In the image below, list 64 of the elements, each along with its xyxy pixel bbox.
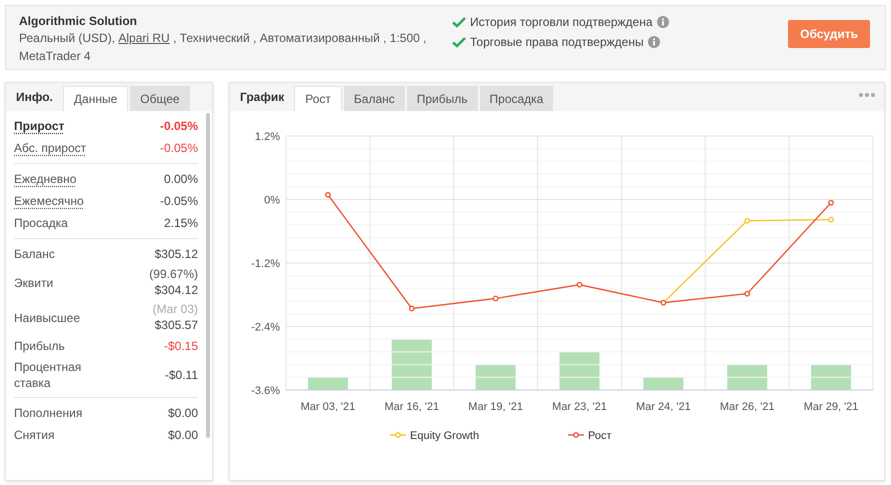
legend-label[interactable]: Рост [588,430,612,442]
data-point [408,306,415,312]
legend-label[interactable]: Equity Growth [410,430,480,442]
stat-value: $304.12 [154,282,198,298]
stat-value: 2.15% [164,215,198,231]
legend-marker-icon [390,432,406,438]
verification-label: Торговые права подтверждены [470,34,644,51]
tab[interactable]: Рост [294,86,342,111]
stat-value: $0.00 [168,405,198,421]
x-tick-label: Mar 16, '21 [384,401,440,413]
x-tick-label: Mar 29, '21 [804,401,858,413]
stat-label: Пополнения [14,405,84,421]
tab[interactable]: Общее [130,86,190,111]
y-tick-label: -2.4% [251,322,280,334]
stat-label: Наивысшее [14,310,82,326]
stat-label: Эквити [14,274,54,290]
y-tick-label: -1.2% [251,258,280,270]
panel-title: Инфо. [15,89,54,106]
stat-label: Баланс [14,246,56,262]
stat-value: $0.00 [168,427,198,443]
stat-value: $305.57 [154,317,198,333]
stat-value: -0.05% [160,140,198,156]
stat-label[interactable]: Прирост [14,118,94,134]
stat-label: Просадка [14,215,69,231]
stat-value: $305.12 [154,246,198,262]
stat-label: Процентная ставка [14,359,82,391]
verification-label: История торговли подтверждена [470,14,653,31]
x-tick-label: Mar 19, '21 [468,401,523,413]
stat-label[interactable]: Ежемесячно [14,193,94,209]
data-point [828,216,834,222]
info-icon[interactable] [656,16,669,28]
scrollbar[interactable] [206,113,210,438]
account-details: Реальный (USD), Alpari RU , Технический , Автоматизированный , 1:500 , MetaTrader 4 [19,30,428,65]
stat-value: -0.05% [160,118,198,134]
y-tick-label: 1.2% [254,131,280,143]
y-tick-label: 0% [264,194,280,206]
tab[interactable]: Баланс [344,86,405,111]
stat-value: -$0.11 [164,367,198,383]
more-icon[interactable] [859,93,875,97]
tab[interactable]: Данные [62,86,128,111]
stat-label[interactable]: Абс. прирост [14,140,94,156]
stat-label[interactable]: Ежедневно [14,171,94,187]
legend-marker-icon [568,432,584,438]
x-tick-label: Mar 03, '21 [300,401,356,413]
tab[interactable]: Просадка [480,86,554,111]
tab[interactable]: Прибыль [406,86,478,111]
broker-link[interactable]: Alpari RU [118,31,170,45]
account-title: Algorithmic Solution [19,13,138,29]
x-tick-label: Mar 23, '21 [552,401,607,413]
panel-title: График [239,89,286,106]
data-point [828,200,834,206]
y-tick-label: -3.6% [251,385,280,397]
stat-note: (Mar 03) [152,302,198,317]
stat-note: (99.67%) [149,267,198,282]
data-point [325,192,331,198]
x-tick-label: Mar 26, '21 [720,401,775,413]
stat-value: -0.05% [160,193,198,209]
stat-label: Снятия [14,427,56,443]
data-point [744,290,750,297]
stat-label: Прибыль [14,338,66,354]
stat-value: 0.00% [164,171,198,187]
info-icon[interactable] [648,36,660,48]
x-tick-label: Mar 24, '21 [636,401,691,413]
stat-value: -$0.15 [164,338,198,354]
